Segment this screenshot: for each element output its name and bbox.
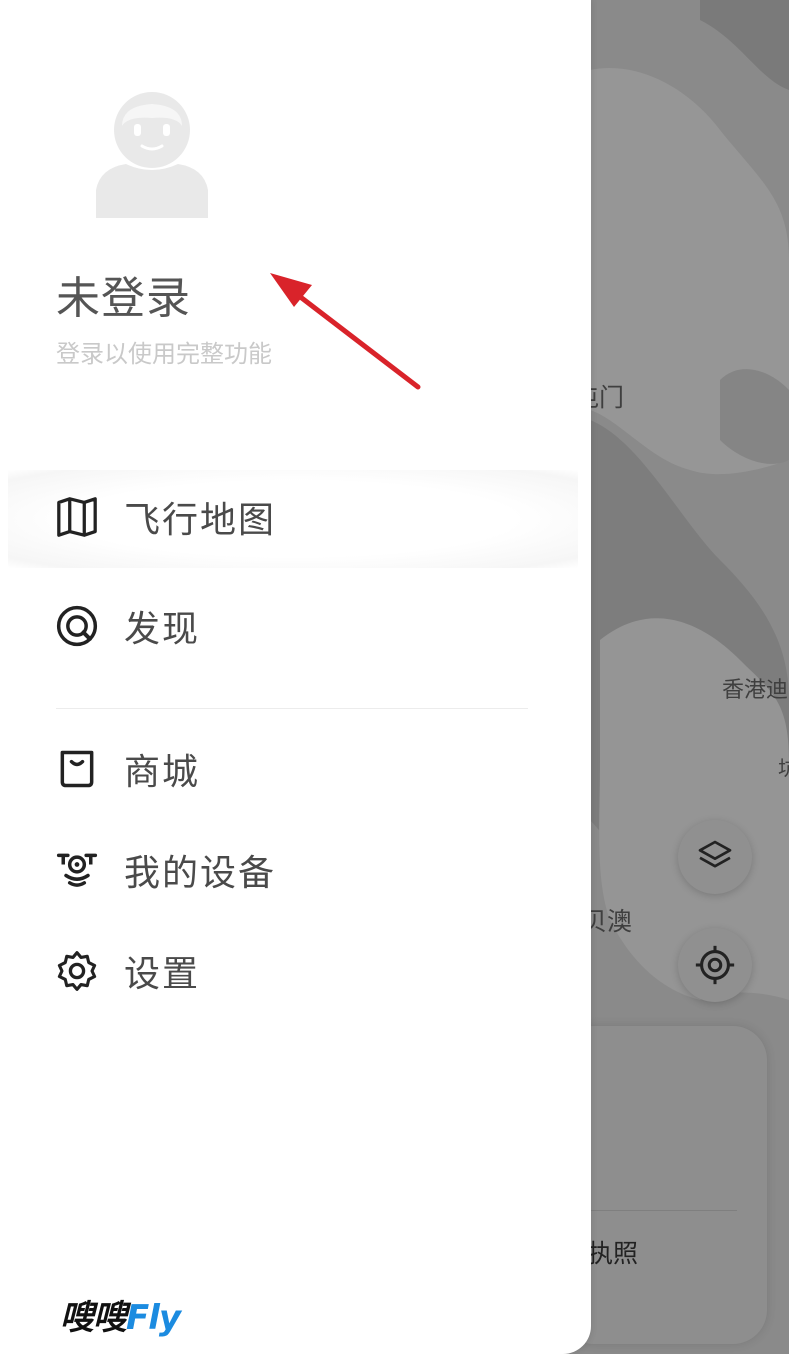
bottom-info-card[interactable]: 执照 xyxy=(560,1026,767,1344)
shopping-bag-icon xyxy=(54,746,100,792)
discover-icon xyxy=(54,603,100,649)
annotation-arrow-icon xyxy=(270,273,421,390)
menu-label: 我的设备 xyxy=(124,853,277,894)
drone-icon xyxy=(54,847,100,893)
user-avatar-icon xyxy=(96,92,208,218)
brand-name-cn: 嗖嗖 xyxy=(60,1298,127,1338)
layers-icon xyxy=(698,840,732,868)
menu-item-flight-map[interactable]: 飞行地图 xyxy=(54,487,276,547)
navigation-drawer: 未登录 登录以使用完整功能 飞行地图 发现 商城 我的设备 设置 嗖嗖Fly xyxy=(0,0,591,1354)
gear-icon xyxy=(54,948,100,994)
map-label-partial: 坑 xyxy=(778,756,789,780)
avatar[interactable] xyxy=(96,90,208,218)
menu-label: 商城 xyxy=(124,752,201,793)
map-label-disney: 香港迪 xyxy=(722,678,789,703)
menu-divider xyxy=(56,708,528,709)
menu-item-shop[interactable]: 商城 xyxy=(54,739,200,799)
layers-button[interactable] xyxy=(678,820,752,894)
card-divider xyxy=(590,1210,737,1211)
menu-item-settings[interactable]: 设置 xyxy=(54,941,200,1001)
brand-logo: 嗖嗖Fly xyxy=(60,1290,181,1339)
menu-item-my-devices[interactable]: 我的设备 xyxy=(54,840,276,900)
login-status-title[interactable]: 未登录 xyxy=(56,262,191,326)
card-license-text: 执照 xyxy=(588,1239,639,1268)
map-icon xyxy=(54,494,100,540)
menu-label: 飞行地图 xyxy=(124,500,277,541)
locate-button[interactable] xyxy=(678,928,752,1002)
menu-item-discover[interactable]: 发现 xyxy=(54,596,200,656)
login-prompt-subtitle[interactable]: 登录以使用完整功能 xyxy=(56,334,272,369)
crosshair-icon xyxy=(695,945,735,985)
menu-label: 设置 xyxy=(124,954,201,995)
menu-label: 发现 xyxy=(124,609,201,650)
brand-name-fly: Fly xyxy=(126,1298,181,1338)
